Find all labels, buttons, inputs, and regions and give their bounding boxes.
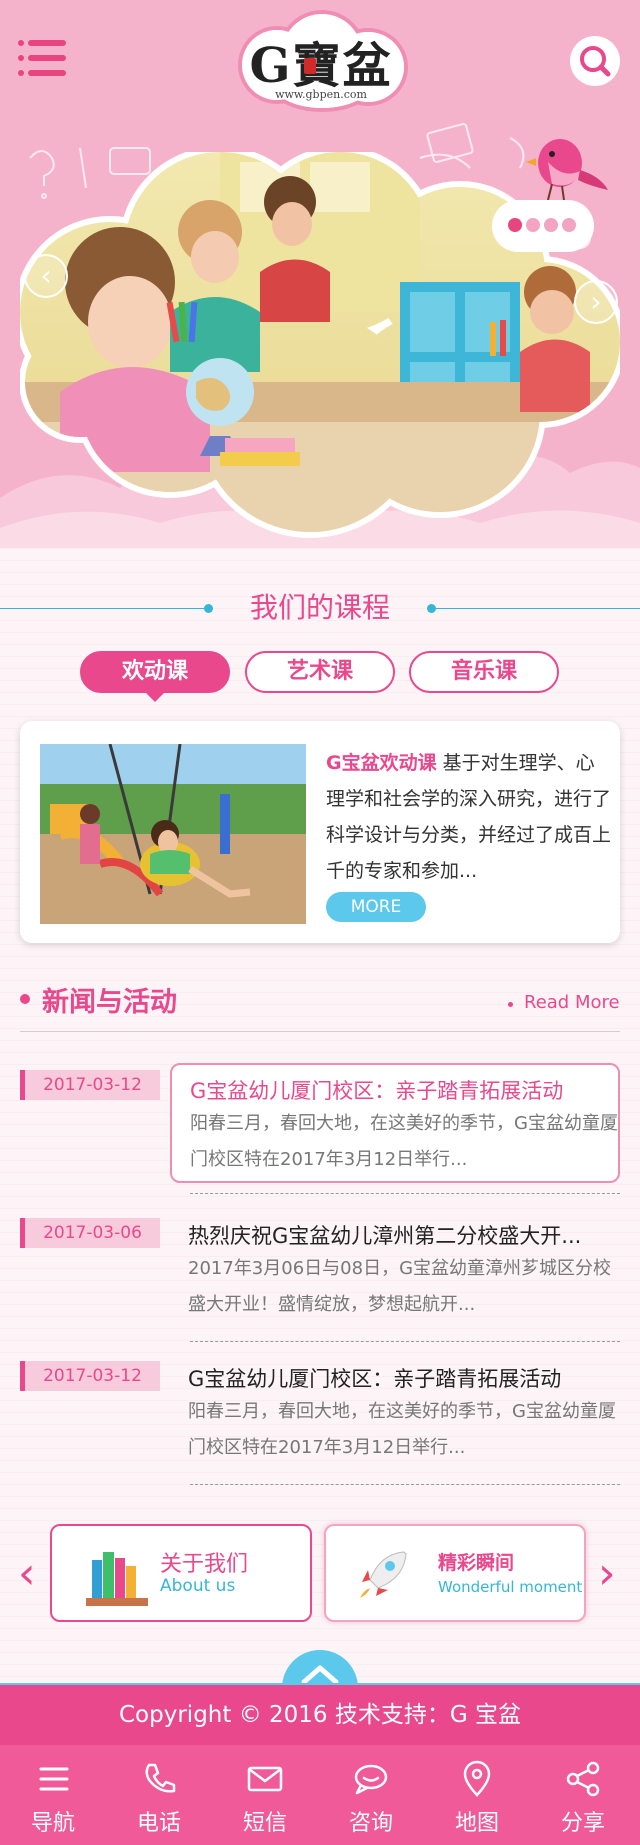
slide-dot[interactable] [562,218,576,232]
news-item-summary: 2017年3月06日与08日，G宝盆幼童漳州芗城区分校盛大开业！盛情绽放，梦想起… [188,1258,612,1315]
more-button[interactable]: MORE [326,892,426,922]
nav-item-map[interactable]: 地图 [424,1745,530,1845]
read-more-link[interactable]: Read More [524,992,620,1013]
moments-title: 精彩瞬间 [438,1552,515,1574]
chat-icon [354,1764,388,1795]
tab-art[interactable]: 艺术课 [245,651,395,693]
course-highlight: G宝盆欢动课 [326,752,437,774]
nav-label: 导航 [30,1811,75,1836]
books-icon [86,1552,148,1606]
mail-icon [247,1766,283,1792]
section-title-courses: 我们的课程 [249,591,390,624]
phone-icon [145,1763,176,1793]
news-item-summary: 阳春三月，春回大地，在这美好的季节，G宝盆幼童厦门校区特在2017年3月12日举… [190,1113,618,1170]
banner-carousel[interactable]: ‹ › [0,118,640,548]
news-date: 2017-03-12 [20,1361,160,1391]
news-section-title: 新闻与活动 [42,987,177,1018]
news-date: 2017-03-06 [20,1218,160,1248]
banner-next-arrow[interactable]: › [574,280,618,324]
news-item-title: 热烈庆祝G宝盆幼儿漳州第二分校盛大开... [188,1224,582,1248]
share-icon [566,1761,600,1797]
news-item-title: G宝盆幼儿厦门校区：亲子踏青拓展活动 [188,1367,562,1391]
slide-indicator [492,200,594,252]
slide-dot[interactable] [526,218,540,232]
news-separator [190,1484,620,1485]
map-pin-icon [463,1760,491,1797]
nav-item-phone[interactable]: 电话 [106,1745,212,1845]
banner-prev-arrow[interactable]: ‹ [24,254,68,298]
wonderful-moment-card[interactable]: 精彩瞬间 Wonderful moment [324,1524,586,1622]
list-icon [39,1767,69,1791]
logo-text: G寶盆 [249,38,393,94]
slide-dot[interactable] [544,218,558,232]
cards-prev-arrow[interactable]: ‹ [18,1548,36,1599]
site-logo[interactable]: G寶盆 www.gbpen.com [232,10,410,114]
logo-url: www.gbpen.com [275,88,367,101]
course-description: G宝盆欢动课 基于对生理学、心理学和社会学的深入研究，进行了科学设计与分类，并经… [326,745,612,889]
news-item[interactable]: 热烈庆祝G宝盆幼儿漳州第二分校盛大开... 2017年3月06日与08日，G宝盆… [170,1210,620,1330]
news-date: 2017-03-12 [20,1070,160,1100]
hamburger-icon[interactable] [18,38,68,80]
about-us-card[interactable]: 关于我们 About us [50,1524,312,1622]
about-us-subtitle: About us [160,1576,236,1596]
nav-label: 分享 [560,1811,605,1836]
bottom-nav: 导航 电话 短信 咨询 地图 分享 [0,1745,640,1845]
nav-item-share[interactable]: 分享 [530,1745,636,1845]
logo-seal [304,58,316,74]
course-image [40,744,306,924]
nav-label: 短信 [242,1811,287,1836]
nav-label: 电话 [136,1811,181,1836]
news-item-summary: 阳春三月，春回大地，在这美好的季节，G宝盆幼童厦门校区特在2017年3月12日举… [188,1401,616,1458]
news-divider [20,1031,620,1032]
news-item[interactable]: G宝盆幼儿厦门校区：亲子踏青拓展活动 阳春三月，春回大地，在这美好的季节，G宝盆… [170,1063,620,1183]
news-bullet [20,994,30,1004]
cards-next-arrow[interactable]: › [598,1548,616,1599]
copyright-text: Copyright © 2016 技术支持：G 宝盆 [119,1702,521,1728]
search-icon [580,46,611,77]
news-item[interactable]: G宝盆幼儿厦门校区：亲子踏青拓展活动 阳春三月，春回大地，在这美好的季节，G宝盆… [170,1353,620,1473]
about-us-title: 关于我们 [160,1552,249,1577]
read-more-bullet [508,1002,513,1007]
moments-subtitle: Wonderful moment [438,1578,583,1596]
search-button[interactable] [570,36,620,86]
tab-pointer [146,693,164,702]
slide-dot[interactable] [508,218,522,232]
nav-label: 咨询 [348,1811,393,1836]
tab-music[interactable]: 音乐课 [409,651,559,693]
news-item-title: G宝盆幼儿厦门校区：亲子踏青拓展活动 [190,1079,564,1103]
section-line-right [432,608,640,609]
copyright-bar: Copyright © 2016 技术支持：G 宝盆 [0,1683,640,1745]
rocket-icon [360,1551,407,1598]
nav-item-guide[interactable]: 导航 [0,1745,106,1845]
nav-item-sms[interactable]: 短信 [212,1745,318,1845]
news-separator [190,1193,620,1194]
nav-item-consult[interactable]: 咨询 [318,1745,424,1845]
header: G寶盆 www.gbpen.com [0,0,640,118]
news-separator [190,1341,620,1342]
nav-label: 地图 [454,1811,499,1836]
course-card: G宝盆欢动课 基于对生理学、心理学和社会学的深入研究，进行了科学设计与分类，并经… [20,721,620,943]
tab-huandong[interactable]: 欢动课 [80,651,230,693]
